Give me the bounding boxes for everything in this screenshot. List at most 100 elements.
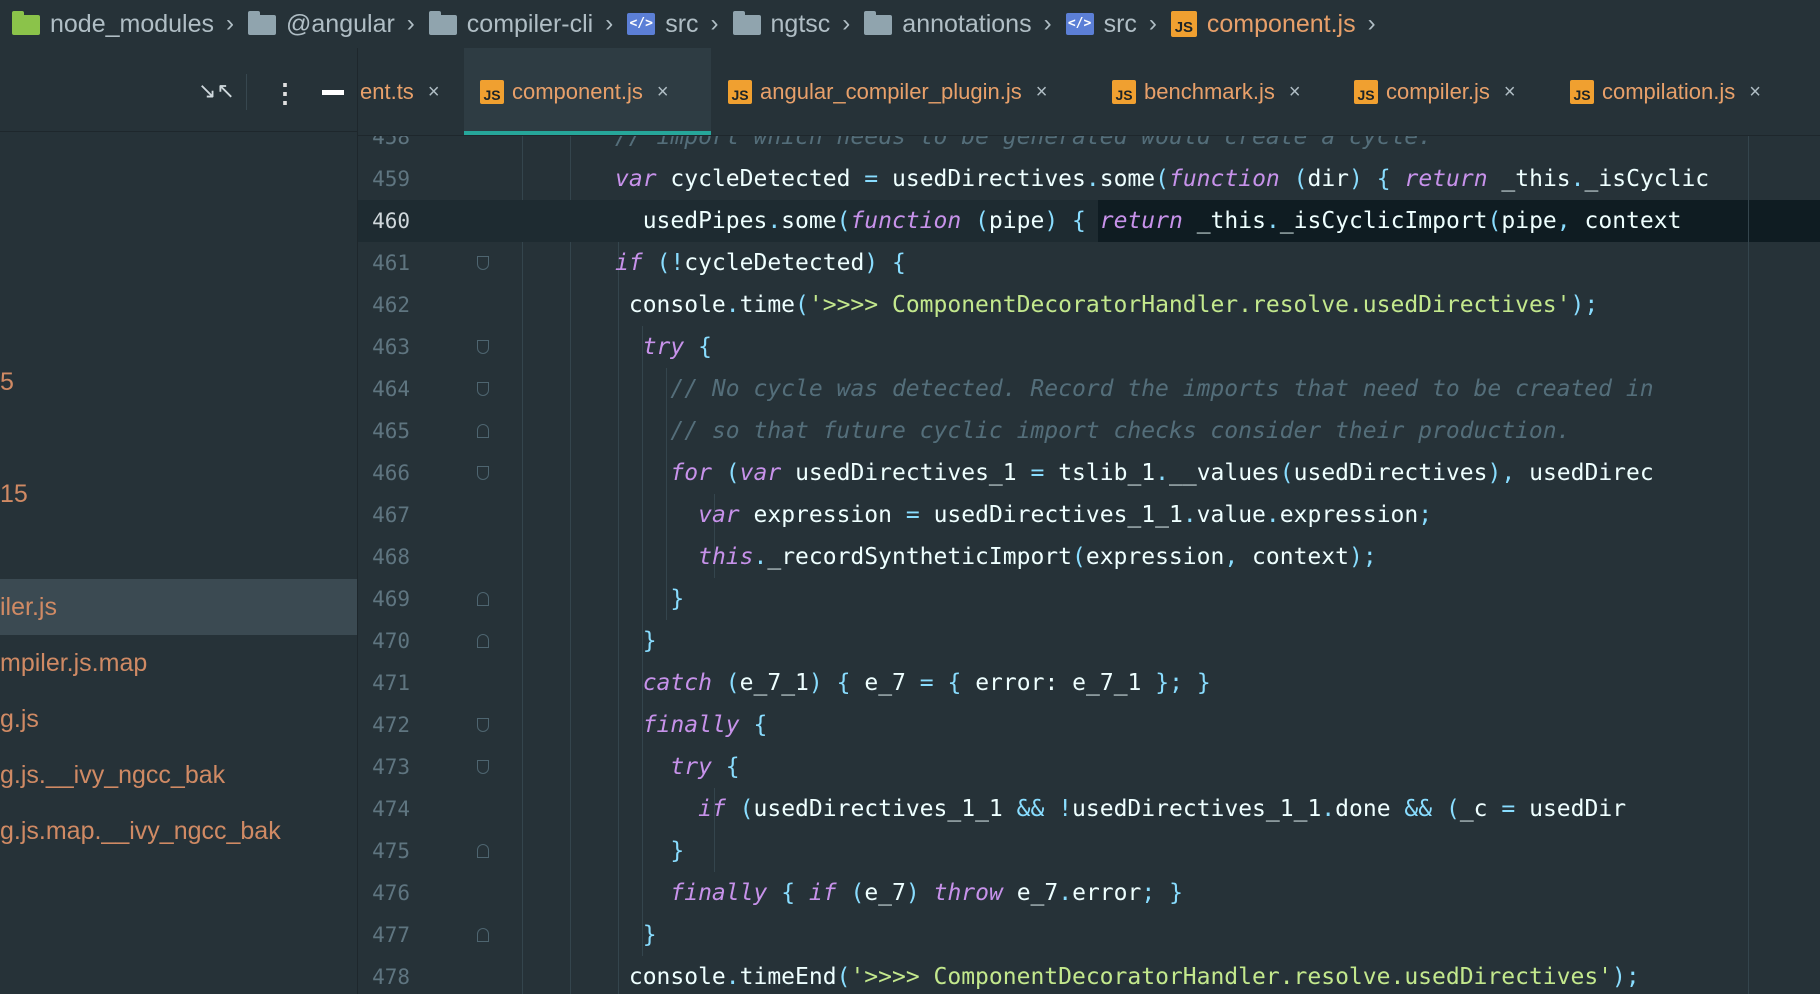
breadcrumb-item-src[interactable]: </> src (627, 9, 699, 39)
breadcrumb-item-component-js[interactable]: JS component.js (1170, 9, 1356, 39)
folder-icon (428, 11, 457, 35)
code-line[interactable]: 469} (358, 578, 1820, 620)
code-text: // so that future cyclic import checks c… (670, 418, 1571, 444)
code-line[interactable]: 472 finally { (358, 704, 1820, 746)
breadcrumb-item-angular[interactable]: @angular (248, 10, 395, 39)
code-line[interactable]: 470} (358, 620, 1820, 662)
close-icon[interactable]: × (657, 81, 669, 104)
code-text: usedPipes.some(function (pipe) { return … (642, 208, 1682, 234)
code-text: finally { if (e_7) throw e_7.error; } (670, 880, 1183, 906)
fold-marker-icon[interactable] (477, 928, 489, 942)
line-number: 465 (372, 419, 410, 443)
breadcrumb-label: compiler-cli (466, 9, 594, 38)
tree-item[interactable]: g.js.__ivy_ngcc_bak (0, 747, 357, 803)
code-line[interactable]: 478 console.timeEnd('>>>> ComponentDecora… (358, 956, 1820, 994)
collapse-all-icon[interactable]: ↘↖ (198, 78, 235, 108)
line-number: 466 (372, 461, 410, 485)
folder-module-icon (12, 11, 40, 35)
code-line[interactable]: 471 catch (e_7_1) { e_7 = { error: e_7_1 … (358, 662, 1820, 704)
line-number: 461 (372, 251, 410, 275)
line-number: 478 (372, 965, 410, 989)
line-number: 470 (372, 629, 410, 653)
code-line[interactable]: 467 var expression = usedDirectives_1_1.v… (358, 494, 1820, 536)
code-line[interactable]: 474 if (usedDirectives_1_1 && !usedDirect… (358, 788, 1820, 830)
js-file-icon: JS (480, 80, 504, 104)
code-line[interactable]: 460 usedPipes.some(function (pipe) { retu… (358, 200, 1820, 242)
tree-item[interactable]: 5 (0, 354, 357, 410)
tab-label: compiler.js (1386, 79, 1490, 104)
code-text: try { (670, 754, 740, 780)
code-line[interactable]: 475} (358, 830, 1820, 872)
breadcrumb-label: component.js (1206, 9, 1356, 38)
tree-item[interactable]: 15 (0, 466, 357, 522)
fold-marker-icon[interactable] (477, 718, 489, 732)
code-line[interactable]: 476 finally { if (e_7) throw e_7.error; } (358, 872, 1820, 914)
code-line[interactable]: 459 var cycleDetected = usedDirectives.so… (358, 158, 1820, 200)
code-line[interactable]: 465 // so that future cyclic import check… (358, 410, 1820, 452)
line-number: 469 (372, 587, 410, 611)
code-line[interactable]: 473 try { (358, 746, 1820, 788)
tab-compiler-js[interactable]: JS compiler.js × (1354, 48, 1534, 135)
line-number: 468 (372, 545, 410, 569)
tab-label: component.js (512, 79, 643, 104)
line-number: 462 (372, 293, 410, 317)
close-icon[interactable]: × (1036, 81, 1048, 104)
line-number: 463 (372, 335, 410, 359)
tree-item[interactable]: mpiler.js.map (0, 635, 357, 691)
hide-panel-icon[interactable] (322, 90, 344, 95)
code-text: this._recordSyntheticImport(expression, … (698, 544, 1377, 570)
code-line[interactable]: 462 console.time('>>>> ComponentDecorator… (358, 284, 1820, 326)
code-text: var expression = usedDirectives_1_1.valu… (698, 502, 1433, 528)
breadcrumb-item-compiler-cli[interactable]: compiler-cli (428, 9, 594, 39)
code-text: console.time('>>>> ComponentDecoratorHan… (628, 292, 1599, 318)
code-line[interactable]: 468 this._recordSyntheticImport(expressio… (358, 536, 1820, 578)
project-panel-toolbar: ↘↖ ⋮ (0, 48, 357, 132)
more-options-icon[interactable]: ⋮ (272, 78, 298, 108)
close-icon[interactable]: × (1289, 81, 1301, 104)
line-number: 472 (372, 713, 410, 737)
code-text: if (usedDirectives_1_1 && !usedDirective… (698, 796, 1627, 822)
code-line[interactable]: 463 try { (358, 326, 1820, 368)
tab-ent-ts[interactable]: ent.ts × (358, 48, 462, 135)
fold-marker-icon[interactable] (477, 424, 489, 438)
tree-item-selected[interactable]: iler.js (0, 579, 357, 635)
fold-marker-icon[interactable] (477, 592, 489, 606)
fold-marker-icon[interactable] (477, 382, 489, 396)
line-number: 471 (372, 671, 410, 695)
breadcrumb-item-node-modules[interactable]: node_modules (12, 10, 214, 39)
chevron-right-icon: › (1148, 10, 1157, 37)
breadcrumb-label: ngtsc (770, 9, 831, 38)
toolbar-divider (246, 74, 247, 110)
close-icon[interactable]: × (1749, 81, 1761, 104)
close-icon[interactable]: × (1504, 81, 1516, 104)
breadcrumb-item-annotations[interactable]: annotations (864, 10, 1032, 39)
breadcrumb-label: src (665, 9, 699, 38)
fold-marker-icon[interactable] (477, 634, 489, 648)
fold-marker-icon[interactable] (477, 844, 489, 858)
tab-component-js[interactable]: JS component.js × (464, 48, 711, 135)
tree-item[interactable]: g.js (0, 691, 357, 747)
code-line[interactable]: 466 for (var usedDirectives_1 = tslib_1._… (358, 452, 1820, 494)
code-line[interactable]: 461 if (!cycleDetected) { (358, 242, 1820, 284)
code-text: // No cycle was detected. Record the imp… (670, 376, 1654, 402)
code-editor[interactable]: 458 // import which needs to be generated… (358, 136, 1820, 994)
fold-marker-icon[interactable] (477, 466, 489, 480)
tab-benchmark-js[interactable]: JS benchmark.js × (1112, 48, 1322, 135)
tree-item[interactable]: g.js.map.__ivy_ngcc_bak (0, 803, 357, 859)
code-line[interactable]: 464 // No cycle was detected. Record the … (358, 368, 1820, 410)
fold-marker-icon[interactable] (477, 760, 489, 774)
fold-marker-icon[interactable] (477, 340, 489, 354)
code-text: try { (642, 334, 712, 360)
fold-marker-icon[interactable] (477, 256, 489, 270)
breadcrumb-item-src-2[interactable]: </> src (1065, 10, 1137, 39)
js-file-icon: JS (1170, 11, 1197, 37)
tab-angular-compiler-plugin-js[interactable]: JS angular_compiler_plugin.js × (728, 48, 1083, 135)
code-text: } (670, 838, 685, 864)
tab-compilation-js[interactable]: JS compilation.js × (1570, 48, 1800, 135)
close-icon[interactable]: × (428, 81, 440, 104)
code-line[interactable]: 477} (358, 914, 1820, 956)
project-panel: ↘↖ ⋮ 5 15 iler.js mpiler.js.map g.js g.j… (0, 48, 358, 994)
line-number: 467 (372, 503, 410, 527)
code-line[interactable]: 458 // import which needs to be generated… (358, 136, 1820, 158)
breadcrumb-item-ngtsc[interactable]: ngtsc (732, 9, 831, 39)
